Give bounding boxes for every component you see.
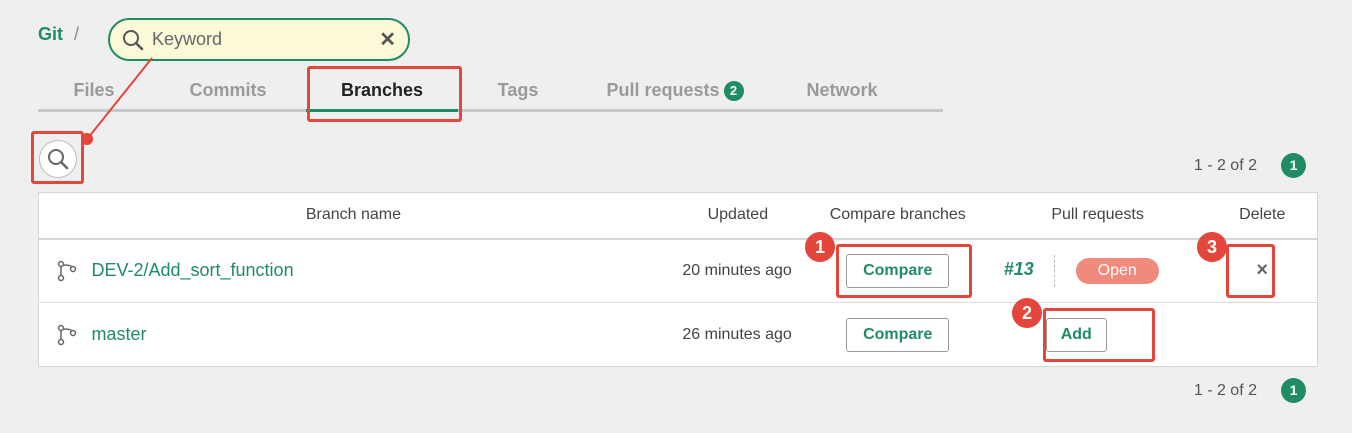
- header-compare: Compare branches: [807, 192, 988, 240]
- divider: [1054, 254, 1056, 287]
- branch-link[interactable]: DEV-2/Add_sort_function: [91, 260, 293, 280]
- updated-time: 20 minutes ago: [667, 238, 808, 303]
- pull-request-link[interactable]: #13: [1004, 259, 1034, 279]
- header-pull-requests: Pull requests: [987, 192, 1208, 240]
- pagination-bottom: 1 - 2 of 2 1: [1194, 378, 1306, 403]
- branch-link[interactable]: master: [91, 324, 146, 344]
- header-delete: Delete: [1207, 192, 1318, 240]
- pagination-range: 1 - 2 of 2: [1193, 156, 1257, 174]
- compare-button[interactable]: Compare: [846, 253, 950, 288]
- add-pull-request-button[interactable]: Add: [1045, 317, 1107, 352]
- table-row: master 26 minutes ago Compare Add: [39, 303, 1318, 367]
- status-badge: Open: [1075, 257, 1159, 284]
- table-header-row: Branch name Updated Compare branches Pul…: [38, 192, 1318, 240]
- header-branch-name: Branch name: [38, 192, 668, 240]
- header-updated: Updated: [667, 192, 808, 240]
- branch-icon: [57, 324, 77, 345]
- compare-button[interactable]: Compare: [846, 317, 950, 352]
- delete-icon[interactable]: ×: [1256, 259, 1268, 281]
- branch-icon: [57, 260, 77, 281]
- updated-time: 26 minutes ago: [682, 325, 792, 343]
- callout-1: 1: [805, 232, 835, 262]
- pagination-top: 1 - 2 of 2 1: [1194, 153, 1306, 178]
- table-row: DEV-2/Add_sort_function 20 minutes ago C…: [38, 238, 1318, 303]
- branches-table: Branch name Updated Compare branches Pul…: [38, 192, 1318, 367]
- page-number[interactable]: 1: [1281, 378, 1306, 403]
- callout-2: 2: [1012, 298, 1042, 328]
- callout-3: 3: [1197, 232, 1227, 262]
- page-number[interactable]: 1: [1281, 153, 1306, 178]
- pagination-range: 1 - 2 of 2: [1193, 381, 1257, 399]
